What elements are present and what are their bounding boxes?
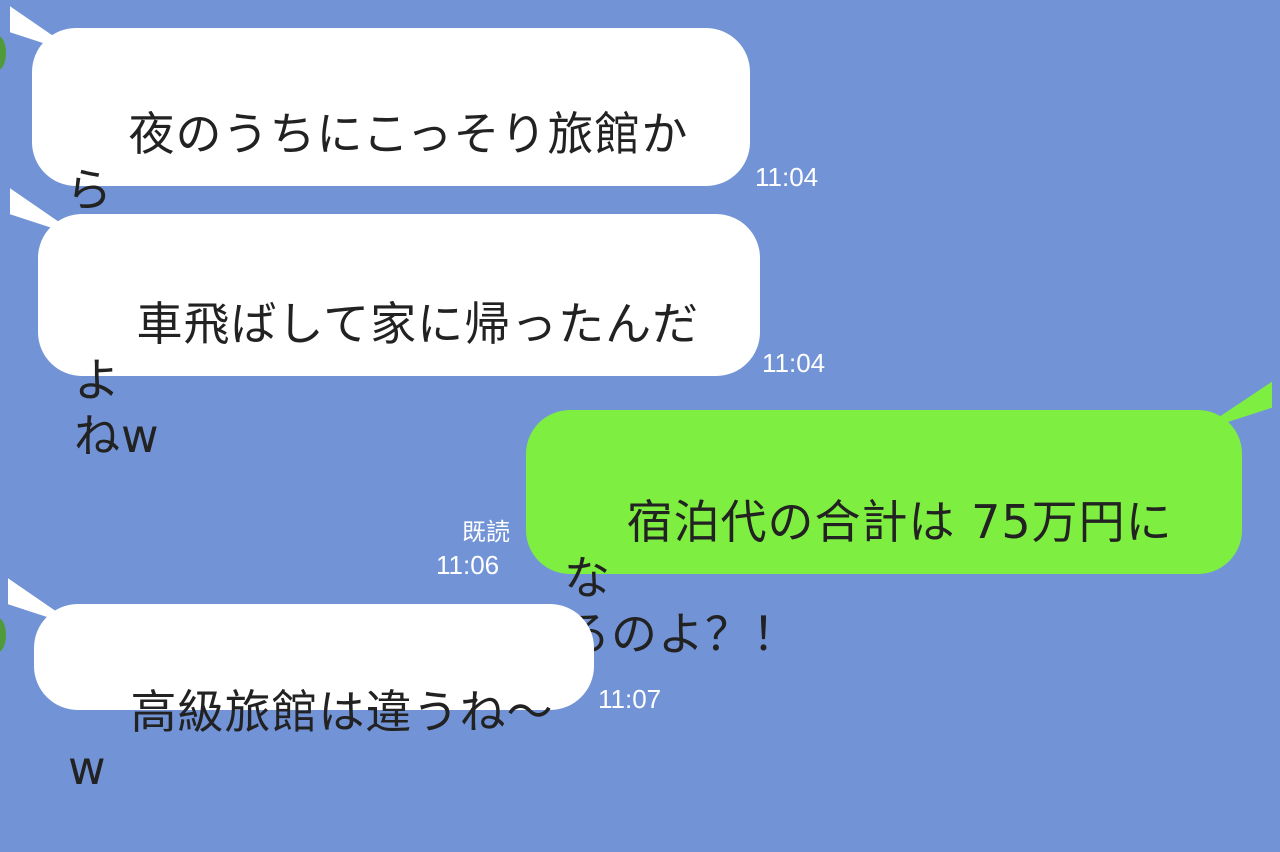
incoming-message-bubble[interactable]: 車飛ばして家に帰ったんだよ ねw	[38, 214, 760, 463]
message-timestamp: 11:07	[598, 684, 662, 714]
message-timestamp: 11:04	[755, 162, 819, 192]
sender-avatar-edge[interactable]	[0, 36, 6, 70]
read-receipt: 既読	[462, 519, 510, 546]
sender-avatar-edge[interactable]	[0, 618, 6, 652]
message-text: 宿泊代の合計は 75万円にな るのよ？！	[564, 495, 1173, 661]
outgoing-message-bubble[interactable]: 宿泊代の合計は 75万円にな るのよ？！	[526, 410, 1242, 661]
message-text: 高級旅館は違うね～w	[68, 685, 554, 795]
message-timestamp: 11:06	[436, 550, 500, 580]
message-timestamp: 11:04	[762, 348, 826, 378]
incoming-message-bubble[interactable]: 高級旅館は違うね～w	[34, 604, 594, 795]
incoming-message-bubble[interactable]: 夜のうちにこっそり旅館から 抜け出して	[32, 28, 750, 273]
chat-thread: 夜のうちにこっそり旅館から 抜け出して 11:04 車飛ばして家に帰ったんだよ …	[0, 0, 1280, 795]
